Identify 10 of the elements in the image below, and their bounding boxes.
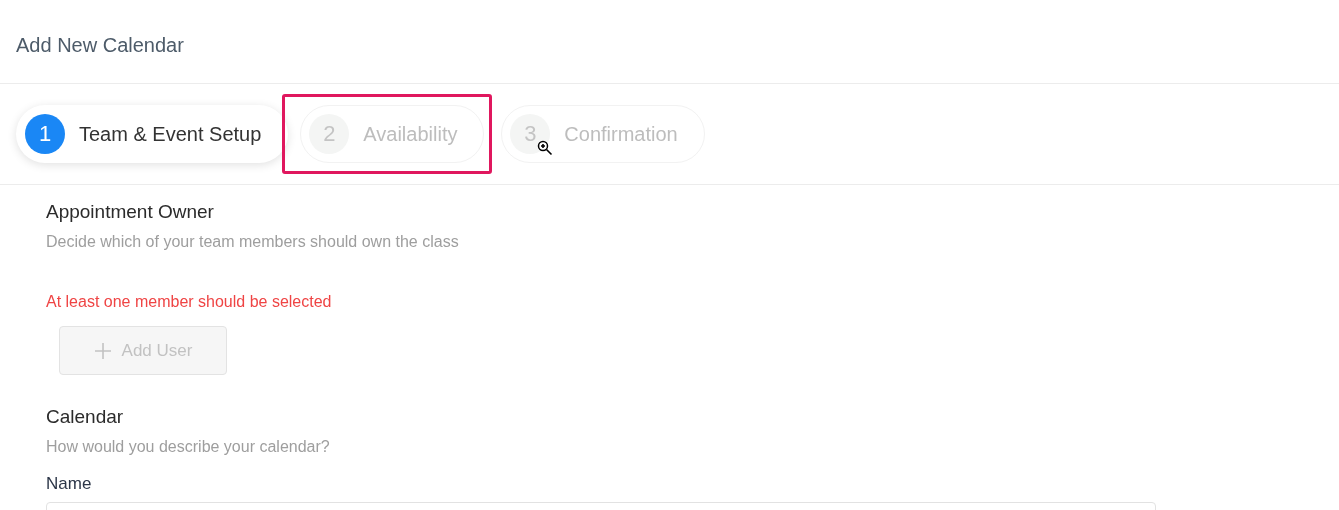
field-label: Name bbox=[46, 474, 93, 494]
plus-icon bbox=[93, 341, 112, 360]
section-title: Appointment Owner bbox=[46, 201, 215, 223]
zoom-cursor-icon bbox=[537, 140, 553, 156]
step-tab[interactable]: 1 Team & Event Setup bbox=[16, 105, 289, 163]
page-title: Add New Calendar bbox=[16, 34, 184, 57]
section-description: How would you describe your calendar? bbox=[46, 438, 331, 456]
section-title: Calendar bbox=[46, 406, 125, 428]
section-description: Decide which of your team members should own the class bbox=[46, 233, 460, 251]
error-message: At least one member should be selected bbox=[46, 293, 333, 311]
